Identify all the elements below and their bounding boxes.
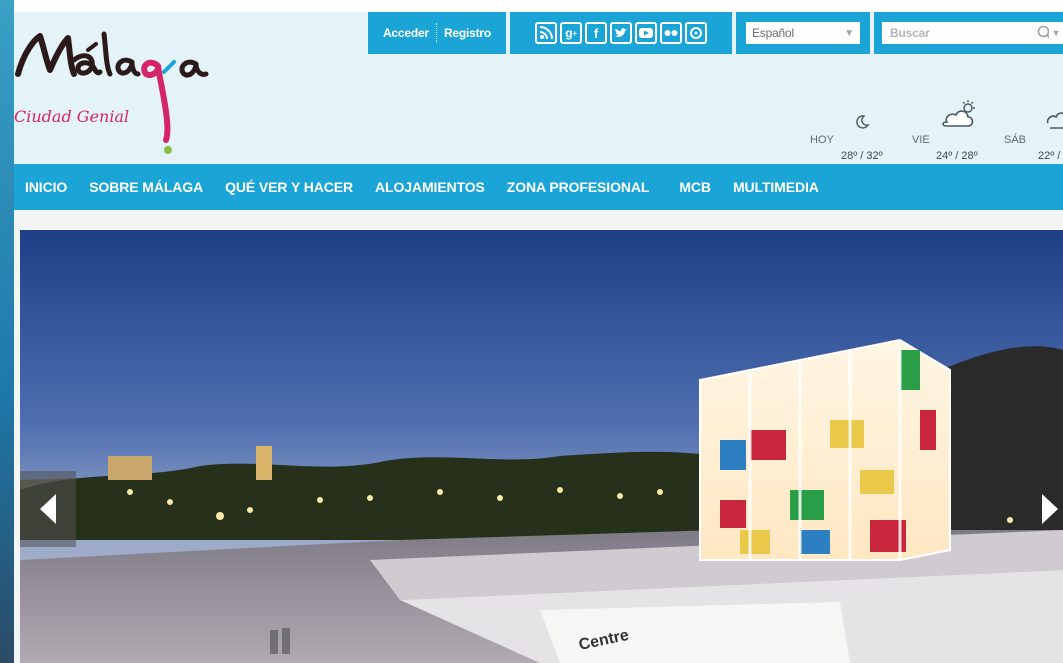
browser-page: Ciudad Genial Acceder Registro g + f Esp… (0, 0, 1063, 663)
carousel-next-button[interactable] (1036, 478, 1063, 540)
weather-today-label: HOY (810, 134, 834, 146)
foursquare-icon[interactable] (685, 22, 707, 44)
page-edge-background (0, 0, 14, 663)
language-select[interactable]: Español ▼ (746, 22, 860, 44)
main-navigation: INICIO SOBRE MÁLAGA QUÉ VER Y HACER ALOJ… (14, 164, 1063, 210)
nav-item-inicio[interactable]: INICIO (25, 179, 67, 195)
language-selected: Español (752, 26, 794, 40)
nav-item-alojamientos[interactable]: ALOJAMIENTOS (375, 179, 485, 195)
logo-subtitle: Ciudad Genial (14, 107, 129, 126)
cloud-icon (1046, 112, 1063, 129)
youtube-icon[interactable] (635, 22, 657, 44)
search-input[interactable]: Buscar (882, 22, 1057, 44)
nav-item-que-ver-y-hacer[interactable]: QUÉ VER Y HACER (225, 179, 353, 195)
chevron-left-icon (40, 494, 56, 524)
weather-day2-temp: 24º / 28º (936, 150, 978, 162)
rss-icon[interactable] (535, 22, 557, 44)
malaga-logo[interactable]: Ciudad Genial (14, 22, 254, 162)
search-bar: Buscar ▼ (874, 12, 1063, 54)
weather-day3-label: SÁB (1004, 134, 1027, 146)
moon-icon (856, 115, 870, 129)
login-link[interactable]: Acceder (376, 26, 436, 40)
facebook-icon[interactable]: f (585, 22, 607, 44)
nav-item-sobre-malaga[interactable]: SOBRE MÁLAGA (89, 179, 203, 195)
site-header: Ciudad Genial Acceder Registro g + f Esp… (14, 12, 1063, 164)
flickr-icon[interactable] (660, 22, 682, 44)
search-options-chevron-icon[interactable]: ▼ (1049, 22, 1063, 44)
chevron-down-icon: ▼ (844, 27, 854, 39)
centre-pompidou-cube (699, 338, 951, 561)
carousel-prev-button[interactable] (20, 471, 76, 547)
auth-bar: Acceder Registro (368, 12, 506, 54)
language-selector-bar: Español ▼ (736, 12, 870, 54)
partly-cloudy-icon (942, 100, 975, 127)
weather-today-temp: 28º / 32º (841, 150, 883, 162)
nav-item-mcb[interactable]: MCB (679, 179, 711, 195)
social-links: g + f (510, 12, 732, 54)
twitter-icon[interactable] (610, 22, 632, 44)
weather-day3-temp: 22º / (1038, 150, 1061, 162)
nav-item-multimedia[interactable]: MULTIMEDIA (733, 179, 819, 195)
hero-slide-image[interactable]: Centre (20, 230, 1063, 663)
register-link[interactable]: Registro (437, 26, 498, 40)
chevron-right-icon (1041, 494, 1058, 524)
nav-item-zona-profesional[interactable]: ZONA PROFESIONAL (507, 179, 650, 195)
search-placeholder: Buscar (890, 26, 930, 40)
weather-day2-label: VIE (912, 134, 930, 146)
google-plus-icon[interactable]: g + (560, 22, 582, 44)
